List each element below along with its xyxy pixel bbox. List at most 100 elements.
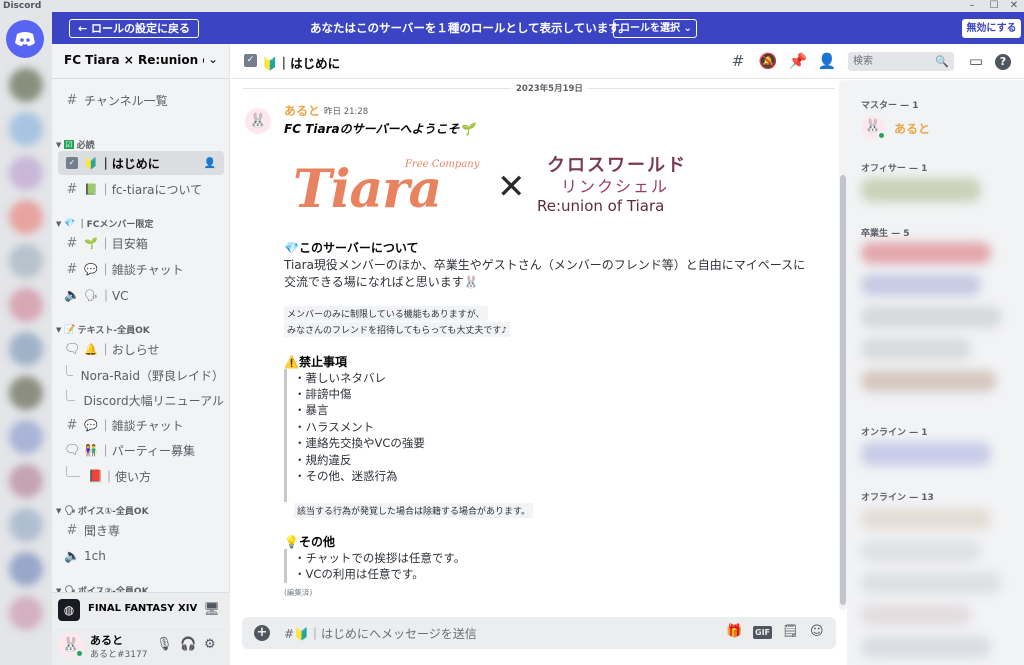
notification-muted-icon[interactable]: 🔕 — [758, 52, 778, 70]
memo-icon: 📝 — [64, 324, 76, 335]
online-status-dot — [75, 649, 84, 658]
message-composer[interactable]: + #🔰｜はじめにへメッセージを送信 🎁 GIF 🗒 ☺ — [242, 617, 836, 649]
back-to-role-settings-button[interactable]: ← ロールの設定に戻る — [69, 19, 200, 38]
member-item-blurred[interactable] — [861, 442, 991, 466]
gear-icon[interactable]: ⚙ — [204, 637, 216, 652]
gif-button[interactable]: GIF — [753, 626, 773, 639]
server-icon[interactable] — [9, 552, 43, 586]
server-icon[interactable] — [9, 596, 43, 630]
server-icon[interactable] — [9, 464, 43, 498]
thread-nora-raid[interactable]: Nora-Raid（野良レイド） — [66, 364, 224, 386]
member-item-blurred[interactable] — [861, 306, 1001, 328]
category-text-all[interactable]: ▼ 📝 テキスト-全員OK — [56, 323, 150, 337]
server-icon[interactable] — [9, 376, 43, 410]
channel-zatsudan-1[interactable]: # 💬 ｜雑談チャット — [58, 257, 224, 281]
close-window-button[interactable]: ✕ — [1004, 0, 1024, 12]
edited-marker: (編集済) — [284, 588, 313, 597]
search-icon: 🔍 — [935, 55, 949, 68]
server-rail — [0, 12, 52, 665]
member-item-blurred[interactable] — [861, 636, 991, 658]
server-icon[interactable] — [9, 332, 43, 366]
channel-party[interactable]: 🗨 👫 ｜パーティー募集 — [58, 438, 224, 462]
speech-bubble-icon: 💬 — [84, 418, 98, 432]
member-group-graduates: 卒業生 — 5 — [861, 229, 910, 239]
ban-item: ・ハラスメント — [294, 420, 375, 434]
search-input[interactable]: 検索 🔍 — [848, 52, 954, 71]
gift-icon[interactable]: 🎁 — [726, 624, 742, 639]
category-voice-1[interactable]: ▼ 🗣 ボイス①-全員OK — [56, 504, 149, 518]
sticker-icon[interactable]: 🗒 — [782, 624, 799, 639]
server-icon[interactable] — [9, 508, 43, 542]
member-item-blurred[interactable] — [861, 604, 971, 626]
category-hitsudoku[interactable]: ▼ ☑ 必読 — [56, 138, 95, 151]
member-item-blurred[interactable] — [861, 274, 981, 296]
rules-channel-icon: ✓ — [244, 54, 257, 67]
channel-1ch[interactable]: 🔈 1ch — [58, 544, 224, 568]
disable-preview-button[interactable]: 無効にする — [962, 19, 1021, 38]
maximize-button[interactable]: ☐ — [984, 0, 1004, 12]
member-list-icon[interactable]: 👤 — [817, 52, 837, 70]
help-icon[interactable]: ? — [995, 54, 1011, 70]
rules-channel-icon: ✓ — [66, 157, 78, 169]
headphones-icon[interactable]: 🎧 — [180, 637, 196, 652]
green-book-icon: 📗 — [84, 182, 98, 196]
activity-bar: ◍ FINAL FANTASY XIV 🖥 — [52, 592, 230, 626]
server-icon[interactable] — [9, 156, 43, 190]
server-icon[interactable] — [9, 68, 43, 102]
thread-discord-renewal[interactable]: Discord大幅リニューアル — [66, 389, 224, 411]
chevron-down-icon: ⌄ — [207, 52, 218, 66]
message-author[interactable]: あると — [284, 102, 320, 119]
channel-zatsudan-2[interactable]: # 💬 ｜雑談チャット — [58, 413, 224, 437]
browse-channels[interactable]: # チャンネル一覧 — [58, 88, 224, 112]
member-item-blurred[interactable] — [861, 572, 1001, 594]
other-heading: 💡その他 — [284, 535, 335, 549]
threads-icon[interactable]: # — [728, 52, 748, 70]
ban-item: ・暴言 — [294, 403, 329, 417]
member-item-blurred[interactable] — [861, 242, 991, 264]
welcome-line: FC Tiaraのサーバーへようこそ🌱 — [284, 122, 475, 136]
member-item-blurred[interactable] — [861, 338, 971, 360]
member-item-blurred[interactable] — [861, 508, 991, 530]
channel-kikisen[interactable]: # 聞き専 — [58, 518, 224, 542]
invite-icon[interactable]: 👤 — [204, 158, 216, 169]
channel-oshirase[interactable]: 🗨 🔔 ｜おしらせ — [58, 337, 224, 361]
member-item-blurred[interactable] — [861, 178, 981, 202]
pin-icon[interactable]: 📌 — [788, 52, 808, 70]
game-name: FINAL FANTASY XIV — [88, 603, 198, 614]
discord-home-icon[interactable] — [6, 20, 44, 58]
thread-tsukaikata[interactable]: 📕 ｜使い方 — [66, 465, 224, 487]
message-author-avatar[interactable]: 🐰 — [245, 108, 271, 134]
speech-bubble-icon: 💬 — [84, 262, 98, 276]
server-icon[interactable] — [9, 112, 43, 146]
server-header[interactable]: FC Tiara × Re:union of Ti... ⌄ — [52, 44, 230, 79]
server-icon[interactable] — [9, 200, 43, 234]
mute-mic-icon[interactable]: 🎙 — [156, 637, 173, 652]
channel-vc[interactable]: 🔈 🗣 ｜VC — [58, 283, 224, 307]
speaker-lock-icon: 🔈 — [64, 287, 81, 303]
channel-hajimeni[interactable]: ✓ 🔰 ｜はじめに 👤 — [58, 151, 224, 175]
category-fc-members[interactable]: ▼ 💎 ｜ FCメンバー限定 — [56, 217, 153, 231]
message-input[interactable]: #🔰｜はじめにへメッセージを送信 — [284, 625, 477, 642]
member-item[interactable]: 🐰 あると — [861, 113, 1011, 141]
server-banner-image[interactable]: Free Company Tiara ✕ クロスワールド リンクシェル Re:u… — [293, 145, 693, 225]
message-list: 2023年5月19日 🐰 あると 昨日 21:28 FC Tiaraのサーバーへ… — [231, 80, 841, 610]
screen-share-icon[interactable]: 🖥 — [203, 602, 220, 617]
role-select-dropdown[interactable]: ロールを選択 ⌄ — [613, 19, 697, 38]
member-item-blurred[interactable] — [861, 370, 996, 392]
emoji-icon[interactable]: ☺ — [810, 624, 824, 639]
attach-plus-icon[interactable]: + — [254, 625, 270, 641]
role-preview-message: あなたはこのサーバーを１種のロールとして表示しています。 — [310, 21, 631, 35]
message-scrollbar-thumb[interactable] — [840, 175, 846, 605]
member-item-blurred[interactable] — [861, 540, 981, 562]
window-titlebar: Discord – ☐ ✕ — [0, 0, 1024, 12]
hash-icon: # — [66, 522, 78, 538]
minimize-button[interactable]: – — [962, 0, 982, 12]
server-icon[interactable] — [9, 420, 43, 454]
server-icon[interactable] — [9, 244, 43, 278]
inbox-icon[interactable]: ▭ — [966, 52, 986, 70]
channel-fc-tiara[interactable]: # 📗 ｜fc-tiaraについて — [58, 177, 224, 201]
ffxiv-game-icon: ◍ — [58, 599, 80, 621]
ban-item: ・著しいネタバレ — [294, 371, 386, 385]
server-icon[interactable] — [9, 288, 43, 322]
channel-meyasubako[interactable]: # 🌱 ｜目安箱 — [58, 231, 224, 255]
